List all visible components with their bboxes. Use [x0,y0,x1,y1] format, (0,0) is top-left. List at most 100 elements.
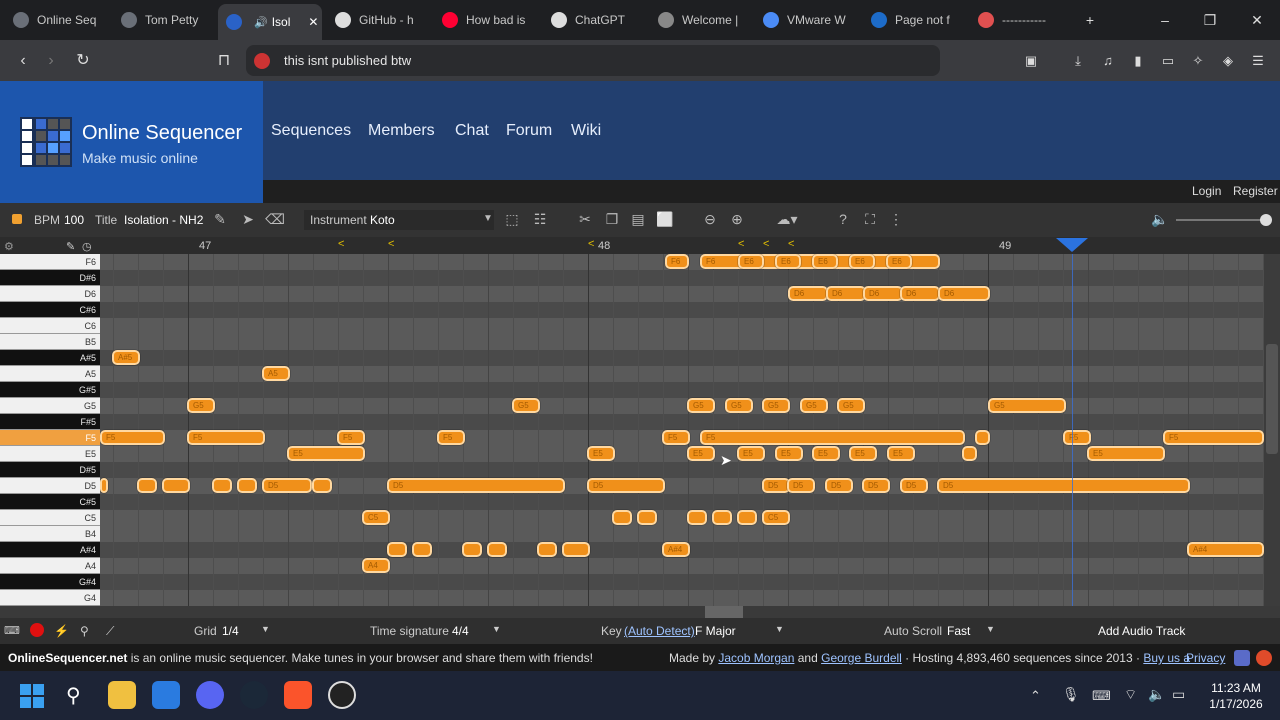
note-block[interactable]: G5 [837,398,865,413]
note-block[interactable]: A#4 [662,542,690,557]
note-block[interactable]: E5 [287,446,365,461]
note-block[interactable]: G5 [512,398,540,413]
author-link[interactable]: Jacob Morgan [718,651,794,665]
piano-key[interactable]: B5 [0,334,100,350]
download-icon[interactable]: ⤓ [1067,50,1089,72]
piano-key[interactable]: G5 [0,398,100,414]
zoom-in-icon[interactable]: ⊕ [727,210,747,228]
piano-key[interactable]: C#5 [0,494,100,510]
browser-tab[interactable]: Tom Petty [113,6,213,34]
gear-icon[interactable]: ⚙ [4,240,14,253]
playhead-marker-icon[interactable] [1056,238,1088,252]
grid-row[interactable] [100,590,1264,606]
note-block[interactable]: G5 [800,398,828,413]
note-block[interactable]: G5 [187,398,215,413]
filter-icon[interactable]: ⚲ [80,624,89,638]
note-block[interactable] [737,510,757,525]
keyboard-icon[interactable]: ⌨ [4,624,20,637]
browser-tab[interactable]: Online Seq [5,6,105,34]
note-block[interactable]: E5 [849,446,877,461]
start-icon[interactable] [20,684,44,708]
site-title[interactable]: Online Sequencer [82,122,242,145]
note-block[interactable] [687,510,707,525]
bookmark-icon[interactable]: ⊓ [213,50,235,72]
clock-date[interactable]: 1/17/2026 [1204,697,1268,711]
midi-icon[interactable]: ⚡ [54,624,69,638]
browser-tab[interactable]: VMware W [755,6,855,34]
note-block[interactable]: D5 [787,478,815,493]
note-block[interactable]: E5 [887,446,915,461]
piano-key[interactable]: D#5 [0,462,100,478]
note-block[interactable]: A#4 [1187,542,1264,557]
reader-icon[interactable]: ▣ [1020,50,1042,72]
clock-time[interactable]: 11:23 AM [1208,681,1264,695]
minimize-button[interactable]: – [1155,10,1175,30]
fullscreen-icon[interactable]: ⛶ [860,210,880,228]
note-block[interactable]: D6 [863,286,903,301]
volume-icon[interactable]: 🔈 [1150,210,1170,228]
note-block[interactable]: D6 [788,286,828,301]
browser-tab[interactable]: Page not f [863,6,963,34]
nav-members[interactable]: Members [368,122,435,140]
volume-slider[interactable] [1176,219,1266,221]
note-block[interactable]: E6 [886,254,912,269]
note-block[interactable]: D5 [862,478,890,493]
note-block[interactable]: E5 [587,446,615,461]
music-icon[interactable]: ♫ [1097,50,1119,72]
note-block[interactable]: D5 [100,478,108,493]
note-block[interactable]: G5 [762,398,790,413]
grid-row[interactable] [100,462,1264,478]
discord-icon[interactable] [1234,650,1250,666]
pencil-icon[interactable]: ✎ [66,240,75,253]
note-block[interactable] [387,542,407,557]
grid-select[interactable]: 1/4 [222,624,239,638]
settings-sliders-icon[interactable]: ☷ [530,210,550,228]
piano-key[interactable]: A5 [0,366,100,382]
auto-scroll-select[interactable]: Fast [947,624,970,638]
piano-key[interactable]: A#4 [0,542,100,558]
note-block[interactable]: A5 [262,366,290,381]
automation-icon[interactable]: ⟋ [106,624,114,639]
grid-row[interactable] [100,350,1264,366]
copy-icon[interactable]: ❐ [602,210,622,228]
brave-icon[interactable] [284,681,312,709]
note-block[interactable] [462,542,482,557]
obs-icon[interactable] [328,681,356,709]
zoom-out-icon[interactable]: ⊖ [700,210,720,228]
select-all-icon[interactable]: ⬜ [655,210,675,228]
piano-key[interactable]: C#6 [0,302,100,318]
note-block[interactable] [162,478,190,493]
grid-row[interactable] [100,270,1264,286]
wifi-icon[interactable]: ⌔ [1124,686,1137,704]
pointer-icon[interactable]: ➤ [238,210,258,228]
note-block[interactable]: G5 [725,398,753,413]
reddit-icon[interactable] [1256,650,1272,666]
note-block[interactable]: E6 [812,254,838,269]
nav-forum[interactable]: Forum [506,122,552,140]
note-block[interactable] [237,478,257,493]
piano-key[interactable]: C5 [0,510,100,526]
wallet-icon[interactable]: ▭ [1157,50,1179,72]
browser-tab[interactable]: Welcome | [650,6,750,34]
piano-key[interactable]: D5 [0,478,100,494]
note-block[interactable]: D6 [938,286,990,301]
battery-icon[interactable]: ▭ [1172,686,1185,703]
url-field[interactable]: this isnt published btw [246,45,940,76]
tray-chevron-icon[interactable]: ⌃ [1030,688,1041,704]
grid-row[interactable] [100,574,1264,590]
help-icon[interactable]: ? [833,210,853,228]
instrument-color-swatch[interactable] [12,214,22,224]
note-block[interactable]: E6 [775,254,801,269]
keyboard-tray-icon[interactable]: ⌨ [1092,688,1111,704]
file-explorer-icon[interactable] [108,681,136,709]
grid-row[interactable] [100,414,1264,430]
browser-tab[interactable]: 🔊 Isol ✕ [218,4,322,40]
note-block[interactable]: A#5 [112,350,140,365]
note-block[interactable]: D5 [387,478,565,493]
tab-close-icon[interactable]: ✕ [308,15,318,29]
add-audio-track-button[interactable]: Add Audio Track [1098,624,1185,638]
note-block[interactable]: D5 [937,478,1190,493]
volume-slider-handle[interactable] [1260,214,1272,226]
key-select[interactable]: F Major [695,624,736,638]
piano-key[interactable]: B4 [0,526,100,542]
